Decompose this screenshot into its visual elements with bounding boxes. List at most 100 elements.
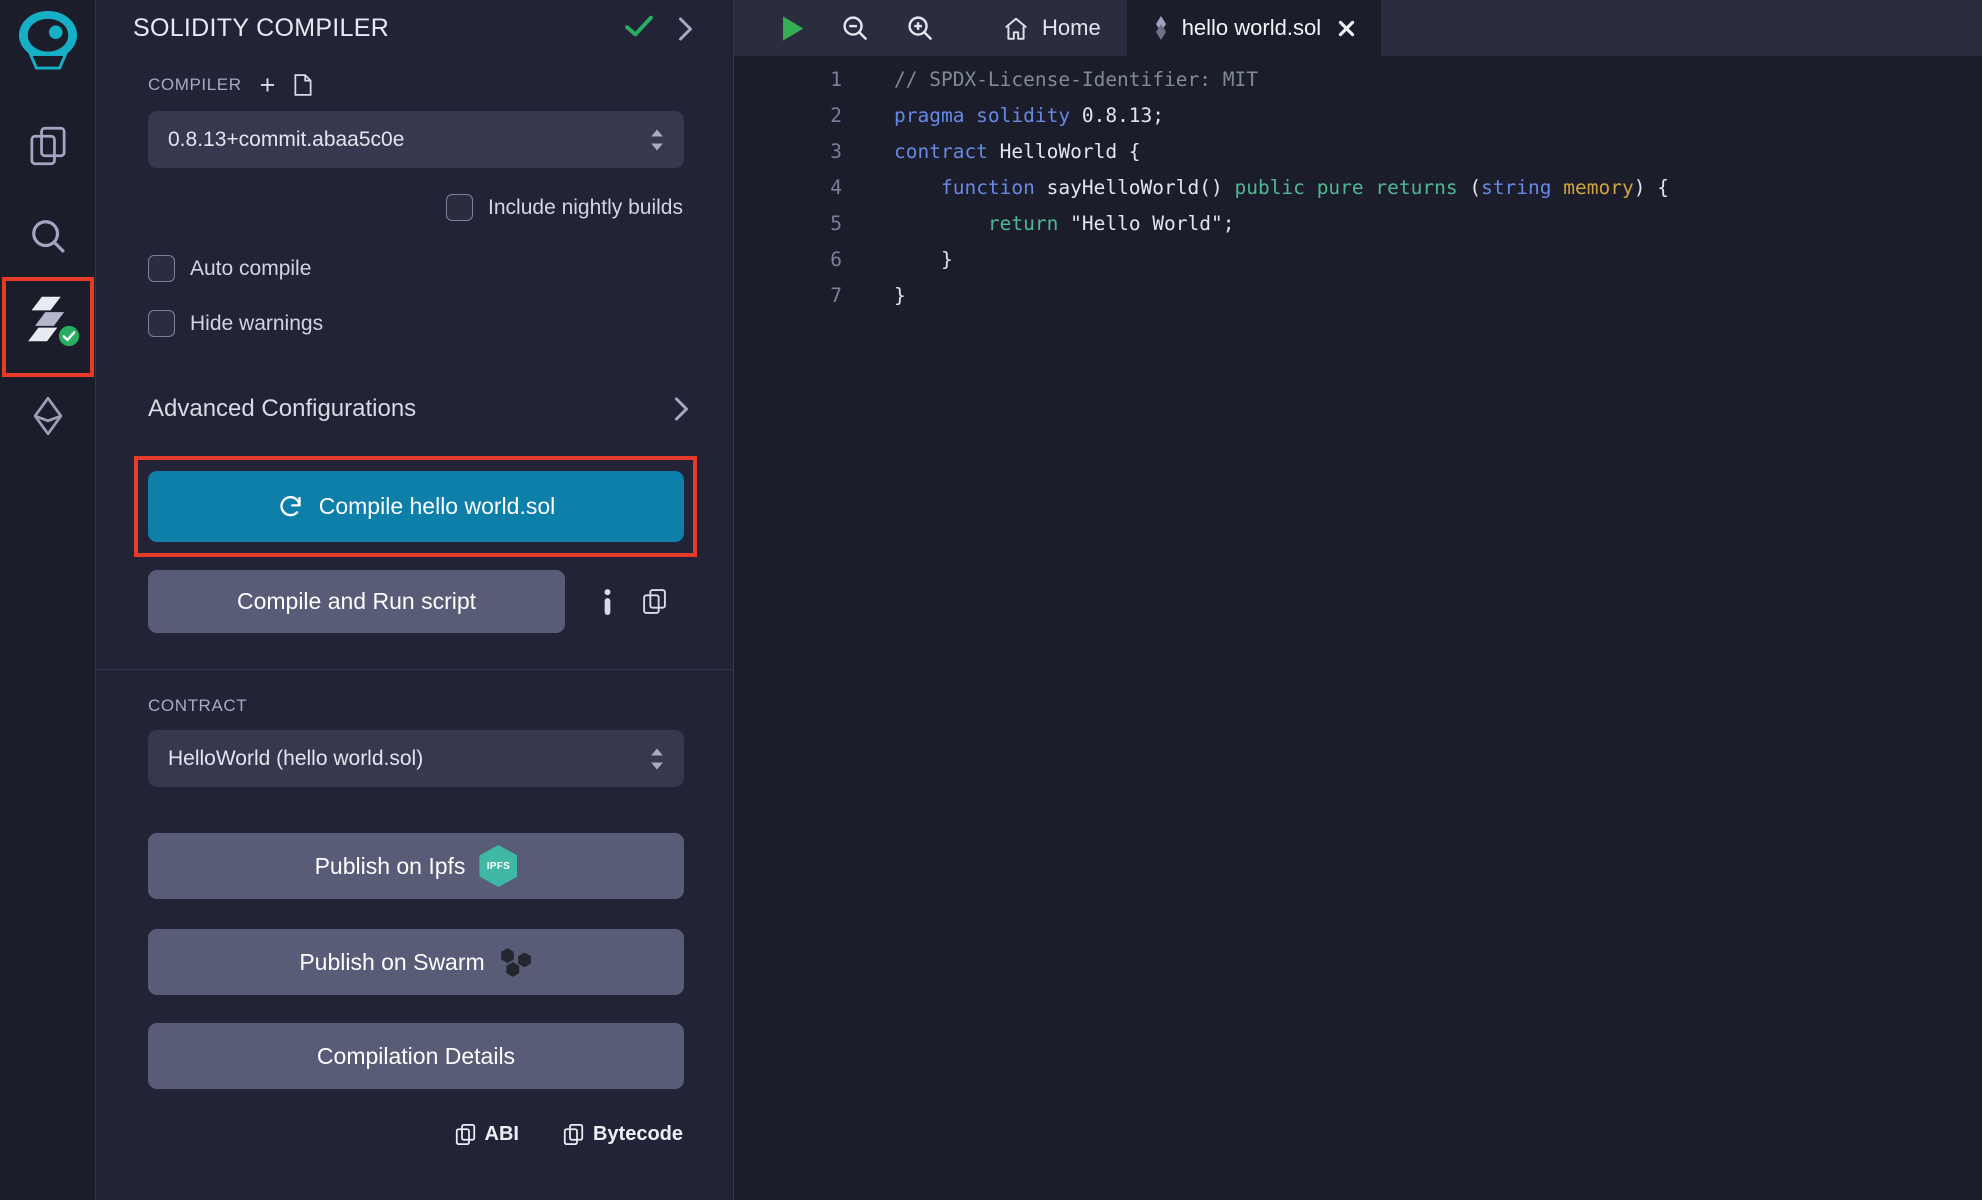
- run-script-button[interactable]: [780, 15, 805, 42]
- compile-and-run-info-button[interactable]: [603, 589, 612, 615]
- compile-success-check-icon: [624, 14, 654, 43]
- compiler-section-label: COMPILER: [148, 75, 242, 95]
- abi-bytecode-row: ABI Bytecode: [96, 1123, 683, 1146]
- line-number: 1: [734, 62, 842, 98]
- editor-tab-bar: Home hello world.sol: [734, 0, 1982, 56]
- line-number: 7: [734, 278, 842, 314]
- editor-area: Home hello world.sol 1// SPDX-License-Id…: [734, 0, 1982, 1200]
- file-icon: [293, 73, 313, 97]
- close-icon: [1338, 20, 1355, 37]
- copy-icon: [642, 588, 667, 615]
- compile-and-run-row: Compile and Run script: [148, 570, 683, 633]
- add-custom-compiler-button[interactable]: +: [260, 75, 276, 95]
- copy-icon: [455, 1123, 476, 1146]
- hide-warnings-checkbox[interactable]: [148, 310, 175, 337]
- hide-warnings-label: Hide warnings: [190, 312, 323, 336]
- zoom-out-icon: [841, 14, 870, 43]
- compile-and-run-button[interactable]: Compile and Run script: [148, 570, 565, 633]
- search-button[interactable]: [29, 217, 67, 255]
- swarm-icon: [499, 946, 533, 978]
- code-line-content: }: [842, 278, 906, 314]
- compile-button[interactable]: Compile hello world.sol: [148, 471, 684, 542]
- info-icon: [603, 589, 612, 615]
- solidity-icon: [1153, 16, 1169, 40]
- code-line: 7}: [734, 278, 1982, 314]
- code-line: 5 return "Hello World";: [734, 206, 1982, 242]
- play-icon: [780, 15, 805, 42]
- compile-success-badge: [57, 324, 81, 353]
- code-lines: 1// SPDX-License-Identifier: MIT2pragma …: [734, 62, 1982, 314]
- solidity-compiler-panel: SOLIDITY COMPILER COMPILER +: [96, 0, 734, 1200]
- contract-select-value: HelloWorld (hello world.sol): [168, 747, 423, 771]
- code-line: 1// SPDX-License-Identifier: MIT: [734, 62, 1982, 98]
- bytecode-label: Bytecode: [593, 1123, 683, 1146]
- remix-logo-icon: [17, 10, 79, 70]
- code-editor[interactable]: 1// SPDX-License-Identifier: MIT2pragma …: [734, 56, 1982, 1200]
- compile-button-wrap: Compile hello world.sol: [148, 471, 683, 542]
- compiler-version-value: 0.8.13+commit.abaa5c0e: [168, 128, 404, 152]
- plus-icon: +: [260, 75, 276, 95]
- chevron-right-icon: [678, 16, 693, 42]
- hide-warnings-row: Hide warnings: [148, 310, 733, 337]
- code-line-content: }: [842, 242, 953, 278]
- home-icon: [1003, 16, 1029, 41]
- compilation-details-label: Compilation Details: [317, 1043, 515, 1070]
- tab-home-label: Home: [1042, 15, 1101, 41]
- compiler-version-select[interactable]: 0.8.13+commit.abaa5c0e: [148, 111, 684, 168]
- include-nightly-row: Include nightly builds: [96, 194, 683, 221]
- ipfs-icon: IPFS: [479, 845, 517, 887]
- copy-abi-button[interactable]: ABI: [455, 1123, 519, 1146]
- copy-script-button[interactable]: [642, 588, 667, 615]
- publish-on-swarm-label: Publish on Swarm: [299, 949, 484, 976]
- search-icon: [29, 217, 67, 255]
- include-nightly-label: Include nightly builds: [488, 196, 683, 220]
- compiler-section-header: COMPILER +: [148, 73, 683, 97]
- line-number: 6: [734, 242, 842, 278]
- zoom-in-button[interactable]: [906, 14, 935, 43]
- code-line: 3contract HelloWorld {: [734, 134, 1982, 170]
- advanced-configurations-label: Advanced Configurations: [148, 395, 416, 423]
- copy-icon: [563, 1123, 584, 1146]
- tab-hello-world-label: hello world.sol: [1182, 15, 1321, 41]
- auto-compile-row: Auto compile: [148, 255, 733, 282]
- activity-bar: [0, 0, 96, 1200]
- panel-title: SOLIDITY COMPILER: [133, 14, 389, 43]
- tab-hello-world-sol[interactable]: hello world.sol: [1127, 0, 1381, 56]
- code-line: 6 }: [734, 242, 1982, 278]
- contract-section-label: CONTRACT: [148, 696, 247, 716]
- auto-compile-checkbox[interactable]: [148, 255, 175, 282]
- refresh-icon: [277, 493, 304, 520]
- remix-logo[interactable]: [17, 10, 79, 75]
- compilation-details-button[interactable]: Compilation Details: [148, 1023, 684, 1089]
- editor-toolbar: [780, 0, 935, 56]
- publish-on-ipfs-label: Publish on Ipfs: [315, 853, 466, 880]
- compile-button-label: Compile hello world.sol: [319, 493, 556, 520]
- code-line-content: // SPDX-License-Identifier: MIT: [842, 62, 1258, 98]
- remix-ide: SOLIDITY COMPILER COMPILER +: [0, 0, 1982, 1200]
- zoom-in-icon: [906, 14, 935, 43]
- deploy-and-run-icon: [28, 395, 68, 437]
- copy-bytecode-button[interactable]: Bytecode: [563, 1123, 683, 1146]
- line-number: 5: [734, 206, 842, 242]
- publish-on-ipfs-button[interactable]: Publish on Ipfs IPFS: [148, 833, 684, 899]
- panel-collapse-button[interactable]: [678, 16, 693, 42]
- contract-section-header: CONTRACT: [148, 696, 683, 716]
- tab-home[interactable]: Home: [977, 0, 1127, 56]
- code-line: 4 function sayHelloWorld() public pure r…: [734, 170, 1982, 206]
- close-tab-button[interactable]: [1338, 20, 1355, 37]
- deploy-and-run-button[interactable]: [28, 395, 68, 437]
- panel-header-icons: [624, 14, 693, 43]
- include-nightly-checkbox[interactable]: [446, 194, 473, 221]
- section-divider: [96, 669, 733, 670]
- contract-select[interactable]: HelloWorld (hello world.sol): [148, 730, 684, 787]
- open-compiler-file-button[interactable]: [293, 73, 313, 97]
- panel-header: SOLIDITY COMPILER: [96, 0, 733, 43]
- advanced-configurations-toggle[interactable]: Advanced Configurations: [148, 395, 689, 423]
- file-explorer-button[interactable]: [28, 125, 68, 167]
- select-arrows-icon: [650, 128, 664, 152]
- code-line-content: contract HelloWorld {: [842, 134, 1141, 170]
- publish-on-swarm-button[interactable]: Publish on Swarm: [148, 929, 684, 995]
- zoom-out-button[interactable]: [841, 14, 870, 43]
- chevron-right-icon: [674, 396, 689, 422]
- code-line-content: function sayHelloWorld() public pure ret…: [842, 170, 1669, 206]
